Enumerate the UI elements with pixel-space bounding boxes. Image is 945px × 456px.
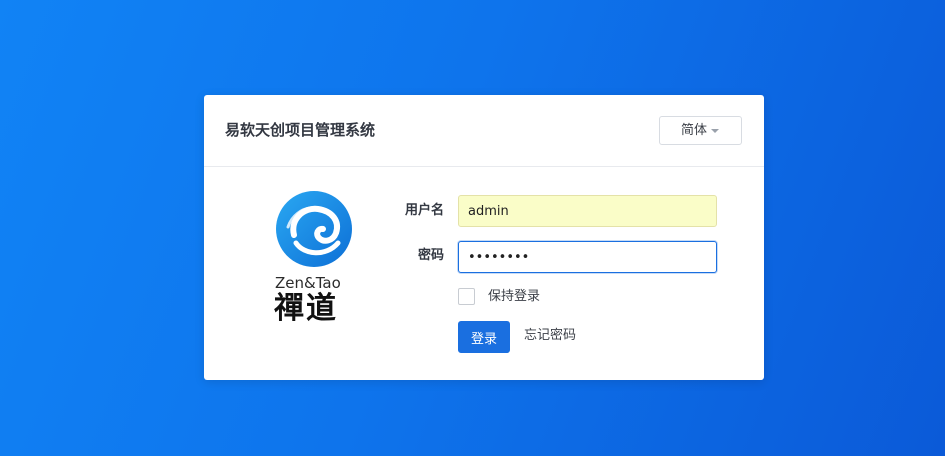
- caret-down-icon: [711, 129, 719, 133]
- remember-checkbox[interactable]: [458, 288, 475, 305]
- forgot-password-link[interactable]: 忘记密码: [524, 327, 576, 345]
- panel-header: 易软天创项目管理系统 简体: [204, 95, 764, 167]
- username-label: 用户名: [405, 203, 445, 218]
- username-input[interactable]: [458, 195, 717, 227]
- language-select-label: 简体: [681, 123, 708, 138]
- remember-label[interactable]: 保持登录: [488, 288, 540, 305]
- system-title: 易软天创项目管理系统: [225, 121, 376, 139]
- password-input[interactable]: [458, 241, 717, 273]
- password-label: 密码: [418, 248, 445, 263]
- login-button[interactable]: 登录: [458, 321, 510, 353]
- logo-chinese-text: 禪道: [274, 291, 338, 326]
- logo-latin-text: Zen&Tao: [275, 274, 341, 292]
- language-select[interactable]: 简体: [659, 116, 742, 145]
